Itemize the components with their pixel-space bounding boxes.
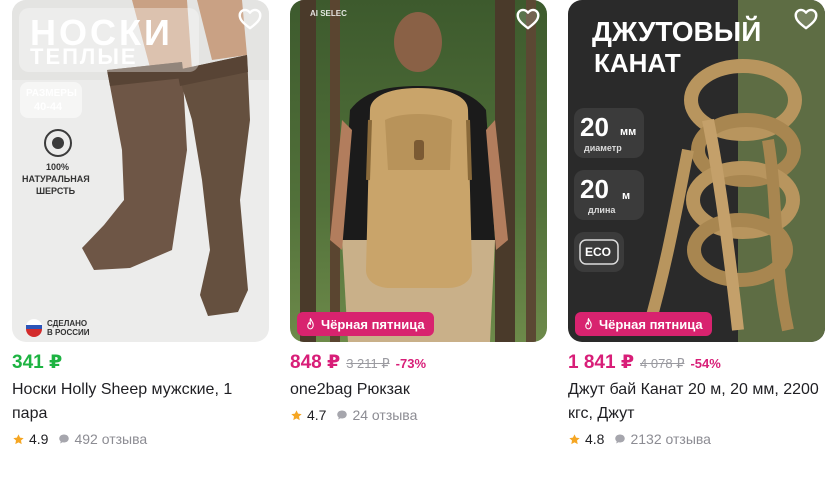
promo-label: Чёрная пятница bbox=[599, 316, 703, 332]
price-row: 341 ₽ bbox=[12, 351, 269, 373]
product-image[interactable]: НОСКИ ТЕПЛЫЕ РАЗМЕРЫ 40-44 100% НАТУРАЛЬ… bbox=[12, 0, 269, 342]
product-image[interactable]: ДЖУТОВЫЙ КАНАТ 20 мм диаметр 20 м длина … bbox=[568, 0, 825, 342]
rating-value: 4.9 bbox=[29, 431, 49, 447]
image-headline-2: ТЕПЛЫЕ bbox=[30, 44, 138, 69]
image-wool-2: НАТУРАЛЬНАЯ bbox=[22, 174, 90, 184]
product-image[interactable]: AI SELEC Чёрная пятница bbox=[290, 0, 547, 342]
comment-bubble-icon bbox=[337, 410, 348, 420]
image-headline-1: ДЖУТОВЫЙ bbox=[592, 16, 762, 47]
reviews-count[interactable]: 492 отзыва bbox=[74, 431, 147, 447]
image-length-unit: м bbox=[622, 190, 631, 202]
price-row: 848 ₽ 3 211 ₽ -73% bbox=[290, 351, 547, 373]
image-diameter-label: диаметр bbox=[584, 143, 622, 153]
image-made-1: СДЕЛАНО bbox=[47, 319, 88, 328]
image-wool-1: 100% bbox=[46, 162, 70, 172]
rating-value: 4.7 bbox=[307, 407, 327, 423]
image-wool-3: ШЕРСТЬ bbox=[36, 186, 76, 196]
heart-outline-icon bbox=[516, 8, 540, 30]
reviews-count[interactable]: 2132 отзыва bbox=[630, 431, 710, 447]
favorite-button[interactable] bbox=[237, 6, 263, 32]
image-headline-2: КАНАТ bbox=[594, 48, 681, 78]
comment-bubble-icon bbox=[59, 434, 70, 444]
rating-row: 4.7 24 отзыва bbox=[290, 405, 547, 425]
current-price: 848 ₽ bbox=[290, 352, 341, 373]
image-eco-label: ECO bbox=[585, 245, 612, 259]
heart-outline-icon bbox=[794, 8, 818, 30]
image-diameter-value: 20 bbox=[580, 112, 609, 142]
product-card-backpack[interactable]: AI SELEC Чёрная пятница 848 ₽ 3 211 ₽ -7… bbox=[290, 0, 547, 449]
price-row: 1 841 ₽ 4 078 ₽ -54% bbox=[568, 351, 825, 373]
favorite-button[interactable] bbox=[793, 6, 819, 32]
rating-value: 4.8 bbox=[585, 431, 605, 447]
image-size-value: 40-44 bbox=[34, 101, 63, 113]
reviews-count[interactable]: 24 отзыва bbox=[352, 407, 417, 423]
product-card-socks[interactable]: НОСКИ ТЕПЛЫЕ РАЗМЕРЫ 40-44 100% НАТУРАЛЬ… bbox=[12, 0, 269, 449]
favorite-button[interactable] bbox=[515, 6, 541, 32]
comment-bubble-icon bbox=[615, 434, 626, 444]
old-price: 4 078 ₽ bbox=[640, 356, 685, 371]
current-price: 1 841 ₽ bbox=[568, 352, 635, 373]
current-price: 341 ₽ bbox=[12, 352, 63, 373]
black-friday-badge[interactable]: Чёрная пятница bbox=[297, 312, 434, 336]
promo-label: Чёрная пятница bbox=[321, 316, 425, 332]
product-card-rope[interactable]: ДЖУТОВЫЙ КАНАТ 20 мм диаметр 20 м длина … bbox=[568, 0, 825, 449]
product-title[interactable]: Носки Holly Sheep мужские, 1 пара bbox=[12, 378, 269, 426]
image-size-label: РАЗМЕРЫ bbox=[26, 88, 77, 99]
star-icon bbox=[13, 433, 24, 444]
image-made-2: В РОССИИ bbox=[47, 328, 90, 337]
rating-row: 4.9 492 отзыва bbox=[12, 429, 269, 449]
discount-percent: -54% bbox=[690, 356, 721, 371]
star-icon bbox=[569, 433, 580, 444]
star-icon bbox=[291, 409, 302, 420]
fire-icon bbox=[307, 318, 314, 330]
backpack-photo bbox=[290, 0, 547, 342]
heart-outline-icon bbox=[238, 8, 262, 30]
rating-row: 4.8 2132 отзыва bbox=[568, 429, 825, 449]
image-length-label: длина bbox=[588, 205, 616, 215]
black-friday-badge[interactable]: Чёрная пятница bbox=[575, 312, 712, 336]
product-grid: НОСКИ ТЕПЛЫЕ РАЗМЕРЫ 40-44 100% НАТУРАЛЬ… bbox=[12, 0, 825, 449]
product-title[interactable]: one2bag Рюкзак bbox=[290, 378, 547, 402]
image-diameter-unit: мм bbox=[620, 126, 637, 138]
image-length-value: 20 bbox=[580, 174, 609, 204]
discount-percent: -73% bbox=[395, 356, 427, 371]
ai-mark: AI SELEC bbox=[310, 9, 347, 18]
product-title[interactable]: Джут бай Канат 20 м, 20 мм, 2200 кгс, Дж… bbox=[568, 378, 825, 426]
fire-icon bbox=[585, 318, 592, 330]
old-price: 3 211 ₽ bbox=[346, 356, 390, 371]
